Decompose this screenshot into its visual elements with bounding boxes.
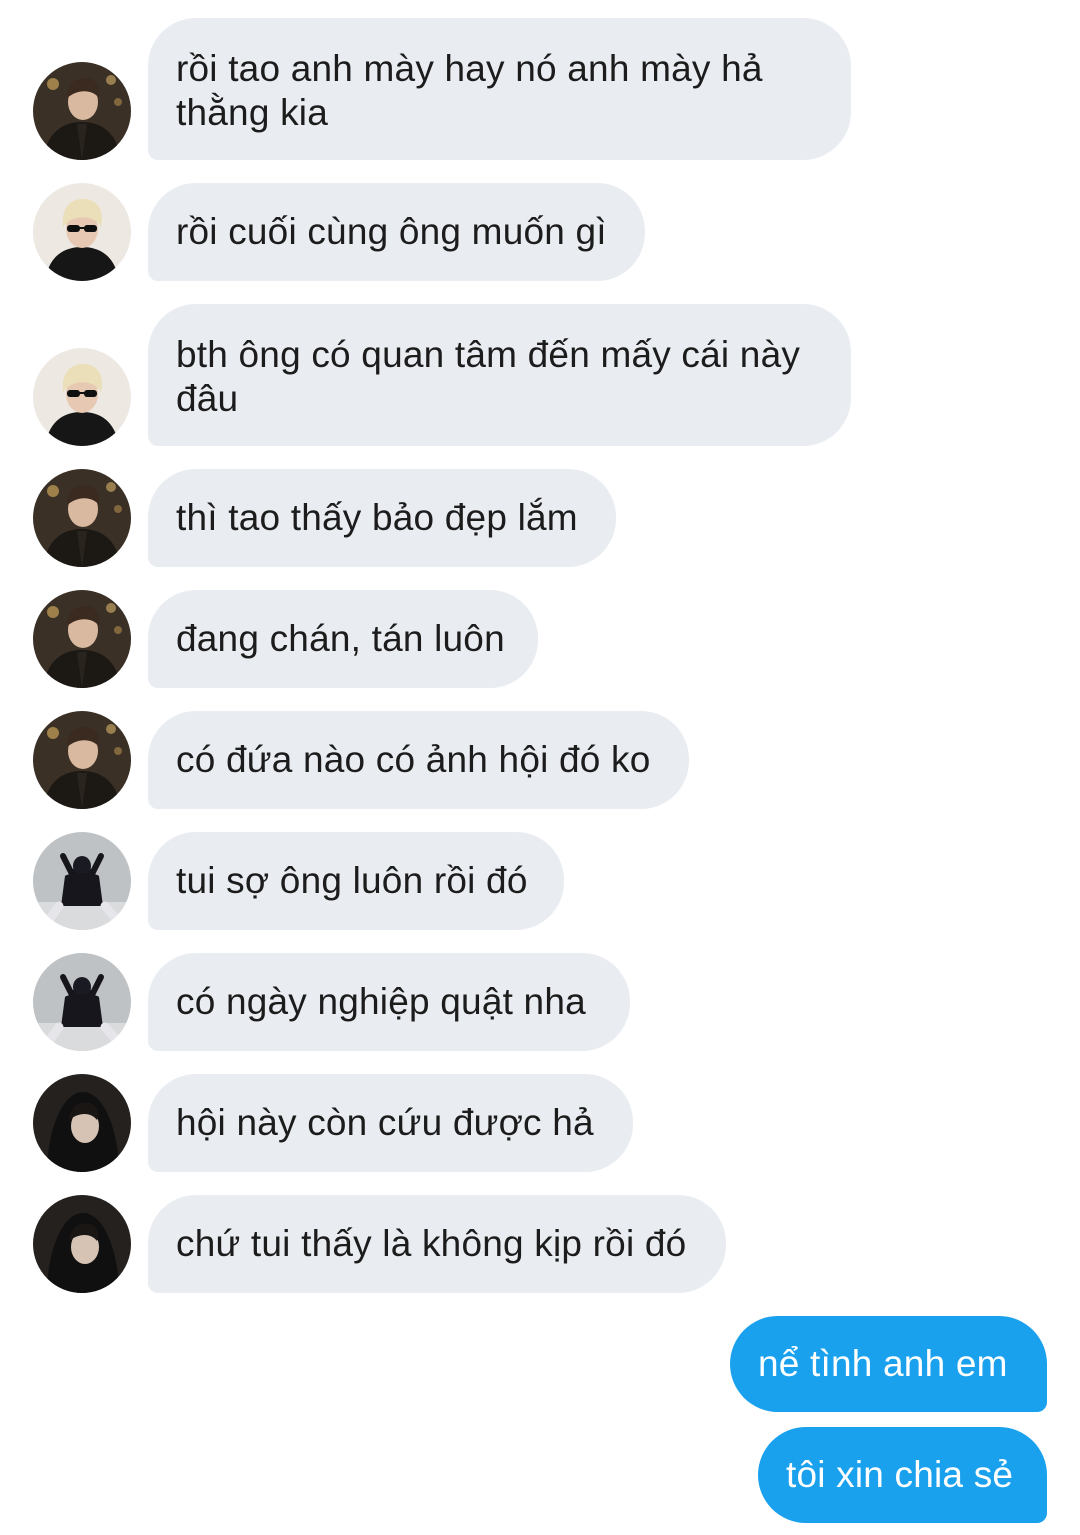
message-bubble[interactable]: rồi tao anh mày hay nó anh mày hả thằng … bbox=[148, 18, 851, 160]
chat-thread: rồi tao anh mày hay nó anh mày hả thằng … bbox=[0, 0, 1080, 1535]
avatar[interactable] bbox=[33, 183, 131, 281]
message-bubble[interactable]: thì tao thấy bảo đẹp lắm bbox=[148, 469, 616, 567]
avatar-dark-hoodie-icon bbox=[33, 1074, 131, 1172]
message-bubble[interactable]: bth ông có quan tâm đến mấy cái này đâu bbox=[148, 304, 851, 446]
avatar[interactable] bbox=[33, 590, 131, 688]
message-bubble[interactable]: có ngày nghiệp quật nha bbox=[148, 953, 630, 1051]
outgoing-message-bubble[interactable]: nể tình anh em bbox=[730, 1316, 1047, 1412]
avatar-dancer-pose-icon bbox=[33, 953, 131, 1051]
message-text: có đứa nào có ảnh hội đó ko bbox=[176, 739, 651, 780]
avatar-leather-jacket-icon bbox=[33, 711, 131, 809]
avatar[interactable] bbox=[33, 832, 131, 930]
avatar-dark-hoodie-icon bbox=[33, 1195, 131, 1293]
avatar-leather-jacket-icon bbox=[33, 469, 131, 567]
message-text: rồi cuối cùng ông muốn gì bbox=[176, 211, 607, 252]
message-bubble[interactable]: chứ tui thấy là không kịp rồi đó bbox=[148, 1195, 726, 1293]
avatar[interactable] bbox=[33, 1195, 131, 1293]
message-text: tui sợ ông luôn rồi đó bbox=[176, 860, 528, 901]
outgoing-message-bubble[interactable]: tôi xin chia sẻ bbox=[758, 1427, 1047, 1523]
avatar[interactable] bbox=[33, 62, 131, 160]
message-text: chứ tui thấy là không kịp rồi đó bbox=[176, 1223, 687, 1264]
message-text: đang chán, tán luôn bbox=[176, 618, 505, 659]
avatar[interactable] bbox=[33, 1074, 131, 1172]
avatar[interactable] bbox=[33, 711, 131, 809]
message-text: có ngày nghiệp quật nha bbox=[176, 981, 586, 1022]
avatar-dancer-pose-icon bbox=[33, 832, 131, 930]
message-text: bth ông có quan tâm đến mấy cái này đâu bbox=[176, 334, 801, 419]
message-bubble[interactable]: tui sợ ông luôn rồi đó bbox=[148, 832, 564, 930]
message-text: nể tình anh em bbox=[758, 1343, 1008, 1384]
avatar-blonde-sunglasses-icon bbox=[33, 183, 131, 281]
avatar[interactable] bbox=[33, 469, 131, 567]
avatar-leather-jacket-icon bbox=[33, 62, 131, 160]
message-bubble[interactable]: rồi cuối cùng ông muốn gì bbox=[148, 183, 645, 281]
avatar[interactable] bbox=[33, 348, 131, 446]
message-text: rồi tao anh mày hay nó anh mày hả thằng … bbox=[176, 48, 763, 133]
avatar-blonde-sunglasses-icon bbox=[33, 348, 131, 446]
avatar-leather-jacket-icon bbox=[33, 590, 131, 688]
avatar[interactable] bbox=[33, 953, 131, 1051]
message-bubble[interactable]: hội này còn cứu được hả bbox=[148, 1074, 633, 1172]
message-text: thì tao thấy bảo đẹp lắm bbox=[176, 497, 578, 538]
message-bubble[interactable]: đang chán, tán luôn bbox=[148, 590, 538, 688]
message-text: hội này còn cứu được hả bbox=[176, 1102, 594, 1143]
message-bubble[interactable]: có đứa nào có ảnh hội đó ko bbox=[148, 711, 689, 809]
message-text: tôi xin chia sẻ bbox=[786, 1454, 1014, 1495]
